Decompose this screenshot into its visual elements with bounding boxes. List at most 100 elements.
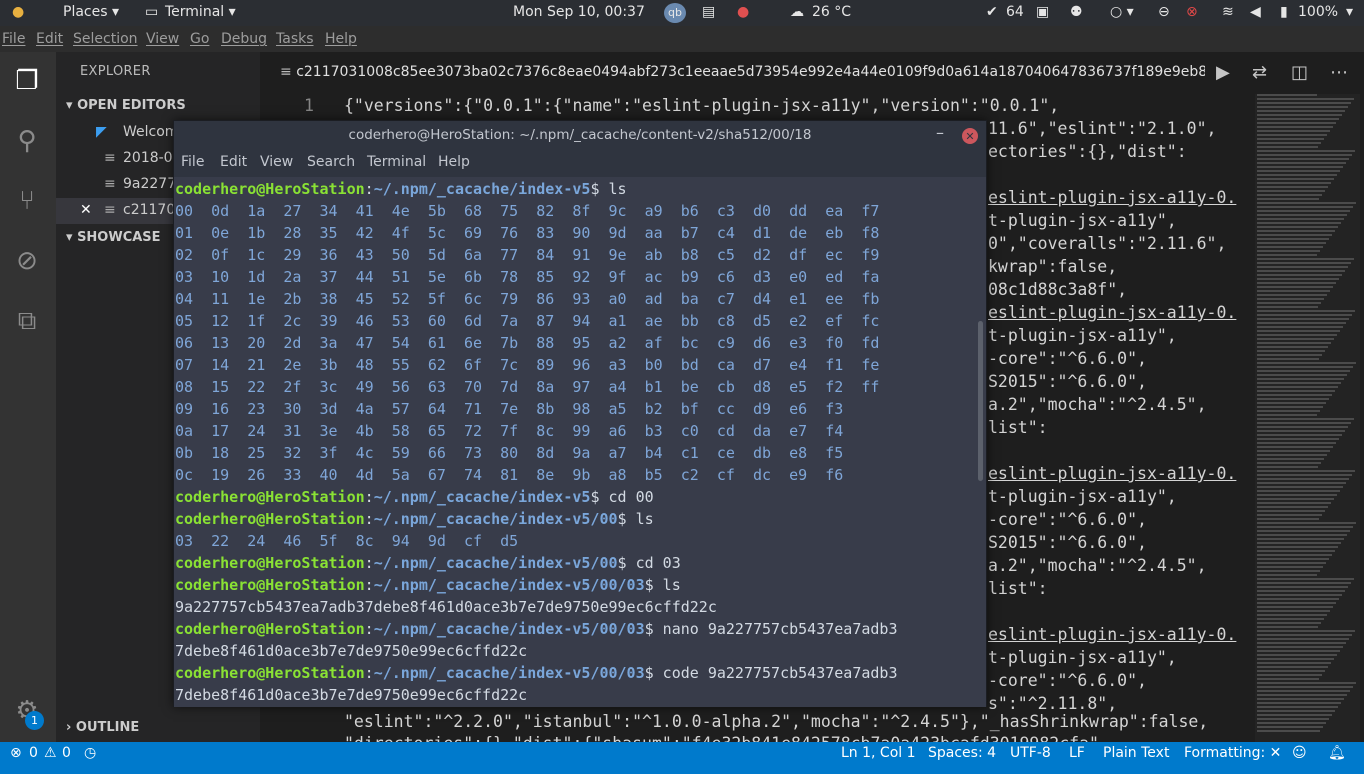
check-icon[interactable]: ✔: [986, 4, 998, 20]
menu-help[interactable]: Help: [325, 31, 357, 47]
terminal-titlebar[interactable]: coderhero@HeroStation: ~/.npm/_cacache/c…: [174, 121, 986, 151]
battery-icon[interactable]: ▮: [1280, 4, 1288, 20]
code-line: {"versions":{"0.0.1":{"name":"eslint-plu…: [344, 96, 1060, 115]
close-icon[interactable]: ✕: [80, 202, 92, 218]
minimap[interactable]: [1255, 94, 1360, 742]
terminal-output-line: 01 0e 1b 28 35 42 4f 5c 69 76 83 90 9d a…: [175, 224, 880, 242]
split-editor-icon[interactable]: ◫: [1291, 62, 1308, 83]
run-icon[interactable]: ▶: [1216, 62, 1230, 83]
terminal-output[interactable]: coderhero@HeroStation: ~/.npm/_cacache/in…: [174, 177, 986, 707]
terminal-scrollbar[interactable]: [978, 321, 983, 481]
menu-view[interactable]: View: [146, 31, 179, 47]
outline-section[interactable]: › OUTLINE: [66, 720, 139, 735]
menu-tasks[interactable]: Tasks: [276, 31, 314, 47]
terminal-prompt-line: coderhero@HeroStation:~/.npm/_cacache/in…: [175, 574, 681, 596]
terminal-prompt-line: coderhero@HeroStation:~/.npm/_cacache/in…: [175, 552, 681, 574]
minimize-icon[interactable]: –: [936, 123, 944, 142]
terminal-menu-search[interactable]: Search: [307, 154, 355, 170]
terminal-prompt-line: coderhero@HeroStation:~/.npm/_cacache/in…: [175, 618, 898, 640]
explorer-icon[interactable]: ❐: [10, 64, 44, 98]
terminal-output-line: 05 12 1f 2c 39 46 53 60 6d 7a 87 94 a1 a…: [175, 312, 880, 330]
code-line: ectories":{},"dist":: [988, 142, 1187, 161]
places-menu[interactable]: Places ▾: [63, 4, 119, 20]
weather-temp[interactable]: 26 °C: [812, 4, 851, 20]
wifi-icon[interactable]: ≋: [1222, 4, 1234, 20]
medal-icon[interactable]: ●: [12, 4, 24, 20]
terminal-output-line: 09 16 23 30 3d 4a 57 64 71 7e 8b 98 a5 b…: [175, 400, 844, 418]
encoding[interactable]: UTF-8: [1010, 745, 1051, 761]
prompt-command: $ cd 03: [617, 554, 681, 572]
feedback-smiley-icon[interactable]: ☺: [1292, 745, 1307, 761]
terminal-output-line: 02 0f 1c 29 36 43 50 5d 6a 77 84 91 9e a…: [175, 246, 880, 264]
history-icon[interactable]: ◷: [84, 745, 96, 761]
minus-circle-icon[interactable]: ⊖: [1158, 4, 1170, 20]
menu-edit[interactable]: Edit: [36, 31, 63, 47]
terminal-menu-terminal[interactable]: Terminal: [367, 154, 426, 170]
source-control-icon[interactable]: ⑂: [10, 184, 44, 218]
open-editors-label: OPEN EDITORS: [77, 98, 186, 113]
line-ending[interactable]: LF: [1069, 745, 1085, 761]
vscode-icon: ◤: [96, 124, 107, 140]
menu-selection[interactable]: Selection: [73, 31, 138, 47]
places-label: Places: [63, 4, 108, 20]
close-circle-icon[interactable]: ⊗: [1186, 4, 1198, 20]
menu-go[interactable]: Go: [190, 31, 209, 47]
battery-level[interactable]: 100%: [1298, 4, 1338, 20]
search-icon[interactable]: ⚲: [10, 124, 44, 158]
cursor-position[interactable]: Ln 1, Col 1: [841, 745, 916, 761]
menu-file[interactable]: File: [2, 31, 25, 47]
error-icon[interactable]: ⊗: [10, 745, 22, 761]
prompt-path: ~/.npm/_cacache/index-v5/00/03: [373, 576, 645, 594]
status-circle-icon[interactable]: ○ ▾: [1110, 4, 1134, 20]
check-count[interactable]: 64: [1006, 4, 1024, 20]
volume-icon[interactable]: ◀: [1250, 4, 1261, 20]
warning-icon[interactable]: ⚠: [44, 745, 57, 761]
terminal-menu-file[interactable]: File: [181, 154, 204, 170]
showcase-label: SHOWCASE: [77, 230, 161, 245]
code-line: list":: [988, 418, 1048, 437]
close-window-icon[interactable]: ✕: [962, 128, 978, 144]
notifications-bell-icon[interactable]: 🔔︎: [1328, 745, 1346, 761]
terminal-app-menu[interactable]: Terminal ▾: [165, 4, 236, 20]
error-count[interactable]: 0: [29, 745, 38, 761]
warning-count[interactable]: 0: [62, 745, 71, 761]
prompt-user: coderhero@HeroStation: [175, 554, 365, 572]
open-editors-section[interactable]: ▾ OPEN EDITORS: [66, 98, 186, 113]
terminal-output-line: 03 22 24 46 5f 8c 94 9d cf d5: [175, 532, 519, 550]
prompt-user: coderhero@HeroStation: [175, 510, 365, 528]
compare-icon[interactable]: ⇄: [1252, 62, 1267, 83]
system-top-bar: ● Places ▾ ▭ Terminal ▾ Mon Sep 10, 00:3…: [0, 0, 1364, 26]
showcase-section[interactable]: ▾ SHOWCASE: [66, 230, 161, 245]
formatting-status[interactable]: Formatting: ✕: [1184, 745, 1281, 761]
prompt-separator: :: [364, 488, 374, 506]
tab-bar: ≡ c2117031008c85ee3073ba02c7376c8eae0494…: [260, 52, 1364, 94]
language-mode[interactable]: Plain Text: [1103, 745, 1169, 761]
prompt-command: $ cd 00: [590, 488, 654, 506]
prompt-user: coderhero@HeroStation: [175, 488, 365, 506]
qbittorrent-icon[interactable]: qb: [664, 3, 686, 23]
app-indicator-icon[interactable]: ●: [737, 4, 749, 20]
terminal-window: coderhero@HeroStation: ~/.npm/_cacache/c…: [173, 120, 987, 707]
indentation[interactable]: Spaces: 4: [928, 745, 996, 761]
menu-debug[interactable]: Debug: [221, 31, 267, 47]
prompt-path: ~/.npm/_cacache/index-v5: [373, 180, 591, 198]
people-icon[interactable]: ⚉: [1070, 4, 1083, 20]
screen-icon[interactable]: ▣: [1036, 4, 1049, 20]
weather-icon[interactable]: ☁: [790, 4, 804, 20]
notes-icon[interactable]: ▤: [702, 4, 715, 20]
editor-tab[interactable]: ≡ c2117031008c85ee3073ba02c7376c8eae0494…: [280, 64, 1205, 80]
terminal-output-line: 08 15 22 2f 3c 49 56 63 70 7d 8a 97 a4 b…: [175, 378, 880, 396]
debug-icon[interactable]: ⊘: [10, 244, 44, 278]
more-actions-icon[interactable]: ⋯: [1330, 62, 1348, 83]
clock[interactable]: Mon Sep 10, 00:37: [513, 4, 645, 20]
terminal-output-line: 07 14 21 2e 3b 48 55 62 6f 7c 89 96 a3 b…: [175, 356, 880, 374]
terminal-menu-help[interactable]: Help: [438, 154, 470, 170]
power-menu-icon[interactable]: ▾: [1346, 4, 1353, 20]
code-line: t-plugin-jsx-a11y",: [988, 211, 1177, 230]
terminal-menu-edit[interactable]: Edit: [220, 154, 247, 170]
extensions-icon[interactable]: ⧉: [10, 304, 44, 338]
prompt-command: $ ls: [590, 180, 627, 198]
terminal-menu-view[interactable]: View: [260, 154, 293, 170]
prompt-command: $ ls: [644, 576, 681, 594]
terminal-output-line: 06 13 20 2d 3a 47 54 61 6e 7b 88 95 a2 a…: [175, 334, 880, 352]
